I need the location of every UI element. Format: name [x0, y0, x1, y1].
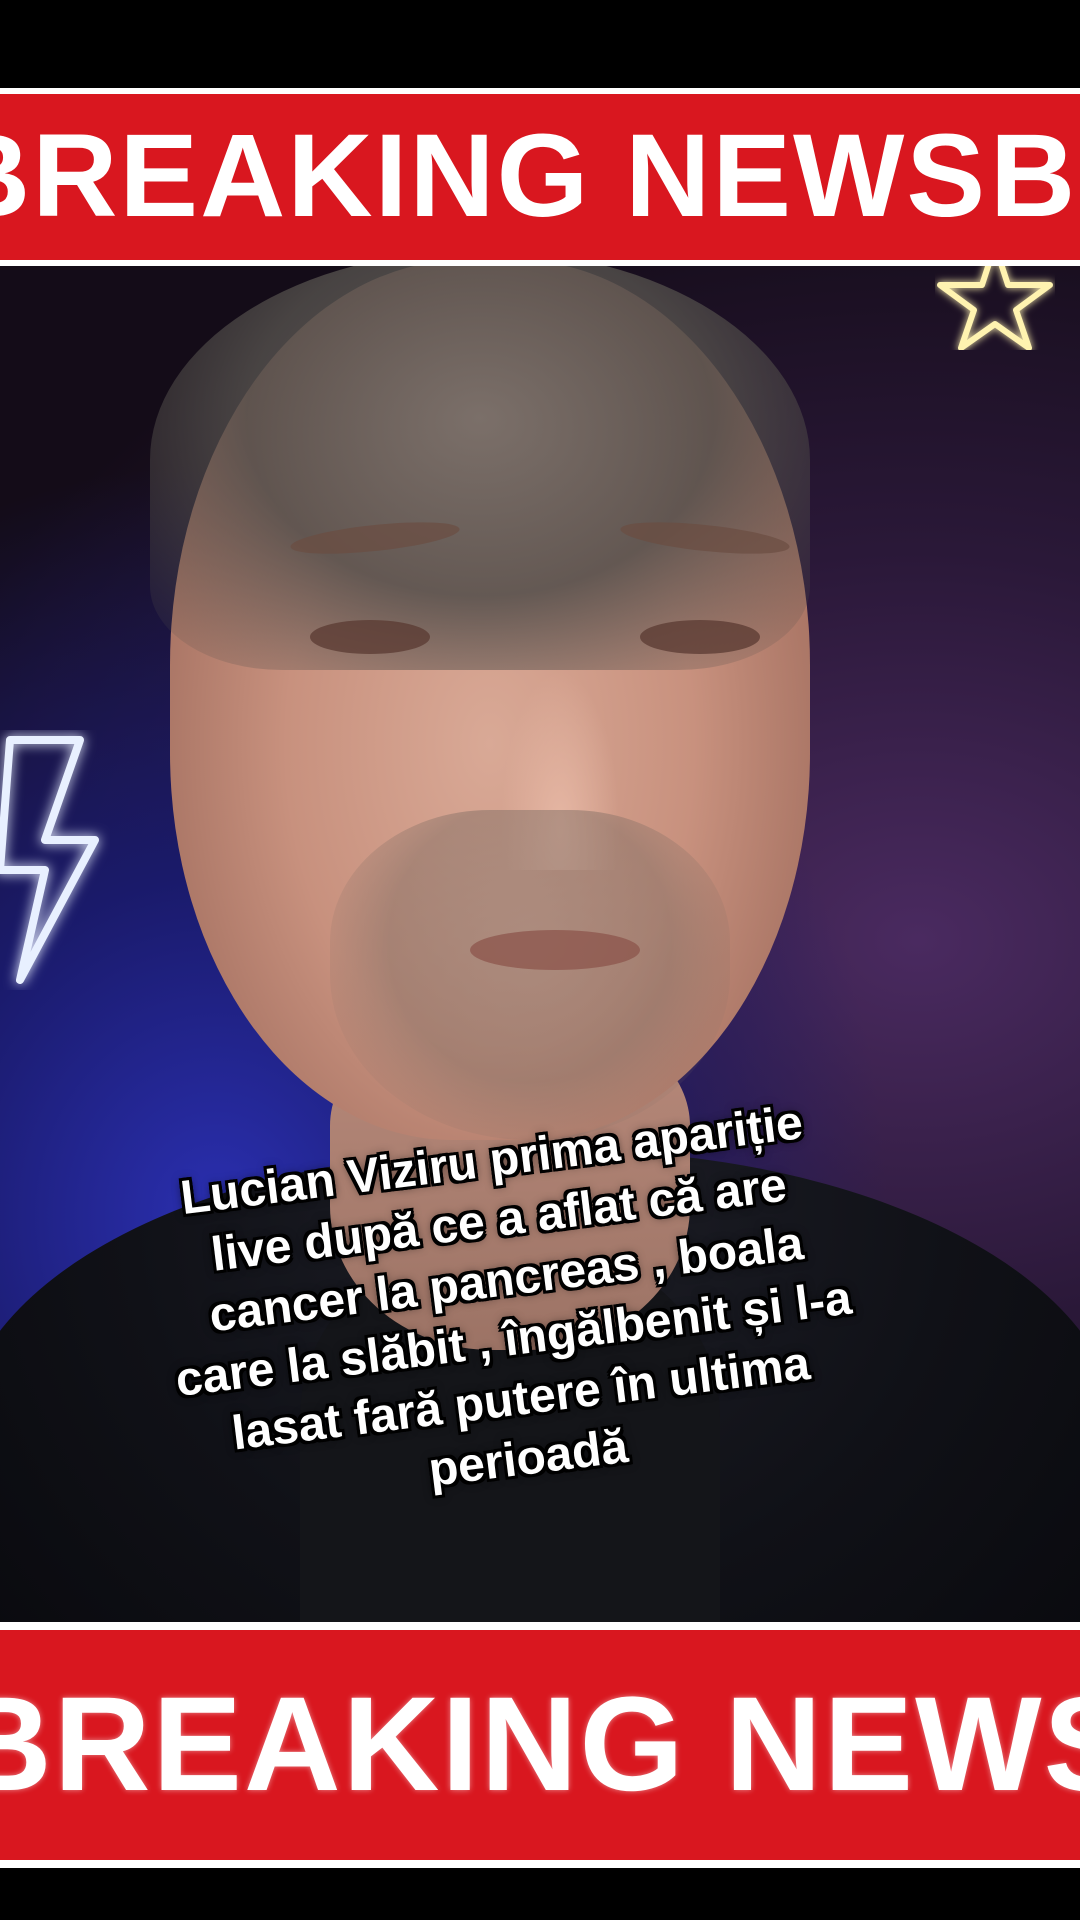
banner-bottom-text: BREAKING NEWS — [0, 1670, 1080, 1819]
mouth — [470, 930, 640, 970]
lightning-bolt-icon — [0, 736, 99, 984]
beard — [330, 810, 730, 1140]
right-eye — [640, 620, 760, 654]
video-stage: BREAKING NEWS B BREAKING NEWS Lucian Viz… — [0, 0, 1080, 1920]
left-eye — [310, 620, 430, 654]
breaking-news-banner-top: BREAKING NEWS B — [0, 88, 1080, 266]
banner-top-text: BREAKING NEWS — [0, 110, 988, 242]
breaking-news-banner-bottom: BREAKING NEWS — [0, 1622, 1080, 1868]
person-hair — [150, 250, 810, 670]
banner-top-text-repeat: B — [990, 110, 1078, 242]
